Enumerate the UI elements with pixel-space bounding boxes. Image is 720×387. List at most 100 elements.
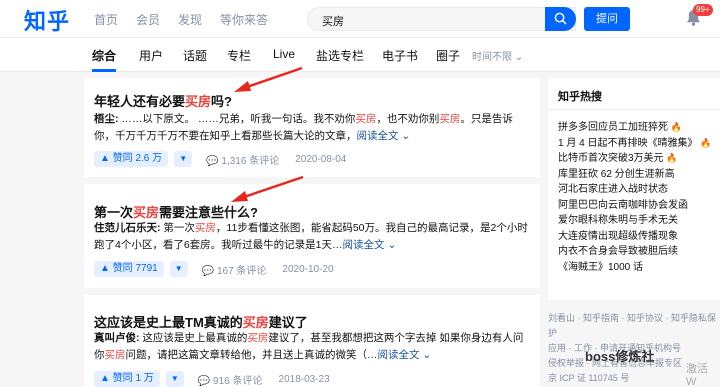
- time-filter-label: 时间不限: [472, 52, 512, 63]
- upvote-button[interactable]: ▲ 赞同 7791: [94, 261, 164, 277]
- excerpt-highlight: 买房: [355, 113, 377, 125]
- tab-all[interactable]: 综合: [92, 47, 116, 64]
- nav-waiting[interactable]: 等你来答: [220, 11, 268, 28]
- chevron-down-icon: ⌄: [422, 349, 432, 361]
- triangle-down-icon: ▼: [170, 374, 179, 383]
- tab-topics[interactable]: 话题: [183, 47, 207, 64]
- comment-button[interactable]: 💬 1,316 条评论: [206, 152, 279, 167]
- hot-search-item[interactable]: 1 月 4 日起不再排映《晴雅集》 🔥: [558, 136, 711, 152]
- read-more-link[interactable]: 阅读全文 ⌄: [357, 130, 411, 142]
- title-text: 年轻人还有必要: [94, 94, 186, 109]
- hot-search-item[interactable]: 《海贼王》1000 话: [558, 260, 711, 276]
- result-excerpt[interactable]: 住范儿石乐天: 第一次买房，11步看懂这张图，能省起码50万。我自己的最高记录，…: [94, 220, 530, 254]
- hot-search-item[interactable]: 库里狂砍 62 分创生涯新高: [558, 167, 711, 183]
- triangle-down-icon: ▼: [179, 154, 188, 163]
- title-text: 第一次: [94, 205, 134, 220]
- triangle-up-icon: ▲: [100, 263, 110, 274]
- search-input[interactable]: 买房: [307, 7, 576, 31]
- read-more-link[interactable]: 阅读全文 ⌄: [378, 349, 432, 361]
- time-filter[interactable]: 时间不限 ⌄: [472, 48, 523, 63]
- main-nav: 首页 会员 发现 等你来答: [94, 11, 268, 28]
- search-result: 第一次买房需要注意些什么? 住范儿石乐天: 第一次买房，11步看懂这张图，能省起…: [84, 184, 540, 288]
- tab-users[interactable]: 用户: [139, 47, 163, 64]
- read-more-link[interactable]: 阅读全文 ⌄: [343, 239, 397, 251]
- comment-button[interactable]: 💬 167 条评论: [202, 262, 267, 277]
- divider: [548, 109, 720, 110]
- search-icon: [554, 12, 567, 25]
- excerpt-text: ……以下原文。 ……兄弟，听我一句话。我不劝你: [118, 113, 356, 125]
- downvote-button[interactable]: ▼: [169, 261, 188, 277]
- nav-explore[interactable]: 发现: [178, 11, 202, 28]
- downvote-button[interactable]: ▼: [174, 151, 193, 167]
- search-value: 买房: [322, 16, 344, 28]
- comment-icon: 💬: [201, 265, 215, 277]
- upvote-button[interactable]: ▲ 赞同 2.6 万: [94, 151, 169, 167]
- zhihu-logo[interactable]: 知乎: [24, 4, 70, 36]
- triangle-up-icon: ▲: [100, 373, 110, 384]
- tab-circles[interactable]: 圈子: [436, 47, 460, 64]
- post-date: 2020-10-20: [282, 263, 334, 275]
- nav-vip[interactable]: 会员: [136, 11, 160, 28]
- hot-search-text: 比特币首次突破3万美元: [558, 153, 664, 164]
- hot-search-item[interactable]: 河北石家庄进入战时状态: [558, 182, 711, 198]
- hot-search-text: 库里狂砍 62 分创生涯新高: [558, 168, 675, 180]
- triangle-down-icon: ▼: [174, 264, 183, 273]
- upvote-count: 赞同 2.6 万: [112, 153, 163, 164]
- search-button[interactable]: [545, 7, 576, 31]
- ask-button[interactable]: 提问: [584, 7, 630, 31]
- tab-columns[interactable]: 专栏: [227, 47, 251, 64]
- title-text: 建议了: [268, 315, 308, 330]
- excerpt-highlight: 买房: [247, 332, 269, 344]
- chevron-down-icon: ⌄: [387, 239, 397, 251]
- hot-search-text: 爱尔眼科称朱明与手术无关: [558, 215, 678, 226]
- hot-search-item[interactable]: 比特币首次突破3万美元 🔥: [558, 151, 711, 167]
- excerpt-highlight: 买房: [194, 222, 216, 234]
- author-name: 真叫卢俊:: [94, 332, 140, 344]
- comment-count: 1,316 条评论: [221, 155, 280, 167]
- triangle-up-icon: ▲: [100, 153, 110, 164]
- author-name: 梧尘:: [94, 113, 119, 125]
- watermark-activate: 激活 W: [686, 363, 708, 387]
- upvote-button[interactable]: ▲ 赞同 1 万: [94, 371, 160, 387]
- hot-search-text: 1 月 4 日起不再排映《晴雅集》: [558, 137, 698, 149]
- excerpt-text: 这应该是史上最真诚的: [139, 332, 248, 344]
- result-title[interactable]: 这应该是史上最TM真诚的买房建议了: [94, 312, 308, 331]
- tab-salt-columns[interactable]: 盐选专栏: [316, 47, 364, 64]
- result-excerpt[interactable]: 梧尘: ……以下原文。 ……兄弟，听我一句话。我不劝你买房，也不劝你别买房。只是…: [94, 111, 530, 145]
- title-highlight: 买房: [185, 94, 212, 109]
- search-result: 这应该是史上最TM真诚的买房建议了 真叫卢俊: 这应该是史上最真诚的买房建议了，…: [84, 295, 540, 387]
- nav-home[interactable]: 首页: [94, 11, 118, 28]
- comment-button[interactable]: 💬 916 条评论: [198, 372, 263, 387]
- title-text: 吗?: [211, 94, 232, 109]
- tab-live[interactable]: Live: [273, 47, 295, 61]
- title-text: 这应该是史上最TM真诚的: [94, 315, 243, 330]
- watermark: boss修炼社: [585, 349, 655, 364]
- hot-search-text: 拼多多回应员工加班猝死: [558, 122, 668, 133]
- excerpt-text: 第一次: [160, 222, 195, 234]
- hot-search-text: 内衣不合身会导致被胆后续: [558, 246, 678, 257]
- hot-search-item[interactable]: 拼多多回应员工加班猝死 🔥: [558, 120, 711, 136]
- tab-ebooks[interactable]: 电子书: [382, 47, 418, 64]
- hot-search-item[interactable]: 内衣不合身会导致被胆后续: [558, 244, 711, 260]
- annotation-arrow: [231, 175, 304, 202]
- result-title[interactable]: 年轻人还有必要买房吗?: [94, 91, 232, 110]
- footer-line[interactable]: 刘看山 · 知乎指南 · 知乎协议 · 知乎隐私保护: [548, 311, 720, 341]
- downvote-button[interactable]: ▼: [165, 371, 184, 387]
- hot-search-title: 知乎热搜: [558, 91, 602, 103]
- comment-count: 167 条评论: [216, 265, 267, 277]
- upvote-count: 赞同 7791: [112, 263, 158, 274]
- top-bar: 知乎 首页 会员 发现 等你来答 买房 提问 99+: [0, 0, 720, 38]
- hot-search-item[interactable]: 阿里巴巴向云南咖啡协会发函: [558, 198, 711, 214]
- excerpt-text: 问题，请把这篇文章转给他，并且送上真诚的微笑（…: [125, 349, 378, 361]
- read-more-label: 阅读全文: [377, 349, 420, 361]
- post-date: 2018-03-23: [278, 373, 330, 385]
- result-actions: ▲ 赞同 2.6 万 ▼ 💬 1,316 条评论 2020-08-04: [94, 151, 346, 167]
- fire-icon: 🔥: [697, 137, 712, 148]
- post-date: 2020-08-04: [295, 153, 347, 165]
- hot-search-item[interactable]: 爱尔眼科称朱明与手术无关: [558, 213, 711, 229]
- result-excerpt[interactable]: 真叫卢俊: 这应该是史上最真诚的买房建议了，甚至我都想把这两个字去掉 如果你身边…: [94, 330, 530, 364]
- fire-icon: 🔥: [663, 153, 678, 163]
- result-actions: ▲ 赞同 1 万 ▼ 💬 916 条评论 2018-03-23: [94, 371, 330, 387]
- hot-search-item[interactable]: 大连疫情出现超级传播现象: [558, 229, 711, 245]
- chevron-down-icon: ⌄: [401, 130, 411, 142]
